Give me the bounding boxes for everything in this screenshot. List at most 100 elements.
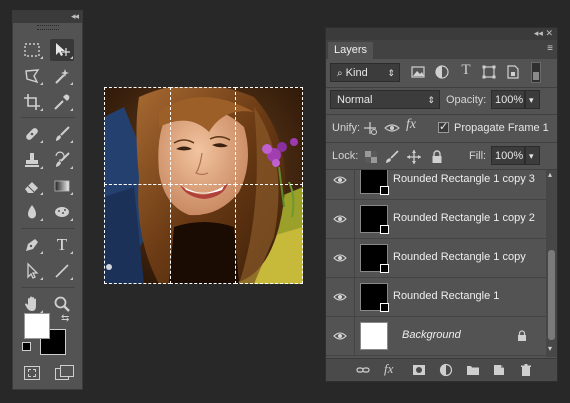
propagate-frame-checkbox[interactable]: ✓ <box>438 121 449 133</box>
sponge-icon <box>55 207 69 217</box>
dodge-tool[interactable] <box>50 201 74 223</box>
panel-menu-icon[interactable]: ≡ <box>547 43 553 54</box>
layer-thumbnail <box>360 205 389 234</box>
layer-thumbnail <box>360 170 389 195</box>
opacity-dropdown-button[interactable]: ▾ <box>525 90 540 109</box>
tools-panel-titlebar[interactable]: ◂◂ <box>13 11 82 23</box>
visibility-toggle[interactable] <box>326 200 355 238</box>
brush-icon <box>56 126 70 141</box>
layer-row[interactable]: Rounded Rectangle 1 copy 3 <box>326 170 548 200</box>
new-adjustment-layer-icon[interactable] <box>439 363 453 377</box>
hand-tool[interactable] <box>20 293 44 315</box>
polygonal-lasso-tool[interactable] <box>20 65 44 87</box>
selection-marquee <box>104 184 171 284</box>
scroll-up-icon[interactable]: ▴ <box>548 170 552 179</box>
add-mask-icon[interactable] <box>412 363 426 377</box>
eyedropper-tool[interactable] <box>50 91 74 113</box>
brush-tool[interactable] <box>50 123 74 145</box>
filter-toggle-switch[interactable] <box>531 62 541 83</box>
layer-thumbnail <box>360 322 388 350</box>
selection-marquee <box>170 87 236 185</box>
unify-style-icon[interactable]: fx <box>406 117 422 133</box>
stamp-icon <box>25 153 39 167</box>
eye-icon <box>333 254 347 262</box>
tools-panel-grip[interactable] <box>37 25 59 30</box>
lasso-icon <box>25 69 40 84</box>
tool-separator <box>21 117 75 118</box>
magic-wand-icon <box>55 69 69 84</box>
lock-transparent-pixels-icon[interactable] <box>363 149 379 165</box>
pen-tool[interactable] <box>20 234 44 256</box>
filter-type-layers-icon[interactable]: T <box>458 62 474 78</box>
clone-stamp-tool[interactable] <box>20 149 44 171</box>
new-layer-icon[interactable] <box>492 363 506 377</box>
layers-scrollbar[interactable]: ▴ ▾ <box>546 170 557 357</box>
selection-marquee <box>104 87 171 185</box>
screen-mode-icon[interactable] <box>55 365 74 380</box>
scroll-down-icon[interactable]: ▾ <box>548 344 552 353</box>
path-selection-tool[interactable] <box>20 260 44 282</box>
spot-healing-brush-tool[interactable] <box>20 123 44 145</box>
document-canvas[interactable] <box>104 87 303 284</box>
filter-adjustment-layers-icon[interactable] <box>434 64 450 80</box>
lock-all-icon[interactable] <box>429 149 445 165</box>
crop-tool[interactable] <box>20 91 44 113</box>
layer-thumbnail <box>360 244 389 273</box>
foreground-color-swatch[interactable] <box>24 313 50 339</box>
default-colors-icon[interactable] <box>22 342 31 351</box>
filter-smart-objects-icon[interactable] <box>505 64 521 80</box>
arrow-cursor-icon <box>27 262 39 279</box>
layer-name: Rounded Rectangle 1 <box>393 290 500 302</box>
opacity-input[interactable]: 100% <box>491 90 525 109</box>
rectangular-marquee-tool[interactable] <box>20 39 44 61</box>
blend-mode-value: Normal <box>337 94 373 106</box>
gradient-tool[interactable] <box>50 175 74 197</box>
move-tool[interactable] <box>50 39 74 61</box>
history-brush-tool[interactable] <box>50 149 74 171</box>
unify-position-icon[interactable] <box>362 120 378 136</box>
delete-layer-icon[interactable] <box>519 363 533 377</box>
shape-layer-icon <box>380 264 389 273</box>
visibility-toggle[interactable] <box>326 317 355 355</box>
scrollbar-thumb[interactable] <box>548 250 555 340</box>
lock-position-icon[interactable] <box>406 149 422 165</box>
type-tool[interactable]: T <box>50 234 74 256</box>
layer-row[interactable]: Rounded Rectangle 1 copy 2 <box>326 200 548 239</box>
link-layers-icon[interactable] <box>356 363 370 377</box>
quick-mask-icon[interactable] <box>24 366 40 380</box>
blend-mode-select[interactable]: Normal ⇕ <box>330 90 440 109</box>
layer-row[interactable]: Rounded Rectangle 1 copy <box>326 239 548 278</box>
fill-input[interactable]: 100% <box>491 146 525 165</box>
add-layer-style-icon[interactable]: fx <box>384 361 398 376</box>
line-tool[interactable] <box>50 260 74 282</box>
selection-marquee <box>235 87 303 185</box>
new-group-icon[interactable] <box>466 363 480 377</box>
filter-kind-select[interactable]: ⌕ Kind ⇕ <box>330 63 400 82</box>
shape-layer-icon <box>380 303 389 312</box>
magic-wand-tool[interactable] <box>50 65 74 87</box>
checkmark-icon: ✓ <box>439 121 449 133</box>
visibility-toggle[interactable] <box>326 170 355 199</box>
select-arrows-icon: ⇕ <box>387 68 395 78</box>
layer-row[interactable]: Rounded Rectangle 1 <box>326 278 548 317</box>
select-arrows-icon: ⇕ <box>427 95 435 105</box>
filter-pixel-layers-icon[interactable] <box>410 64 426 80</box>
lock-image-pixels-icon[interactable] <box>384 149 400 165</box>
layers-panel-titlebar[interactable]: ◂◂ ✕ <box>326 28 557 40</box>
tab-bar: Layers ≡ <box>326 40 557 59</box>
eraser-tool[interactable] <box>20 175 44 197</box>
tab-layers[interactable]: Layers <box>328 42 374 59</box>
layer-row-background[interactable]: Background <box>326 317 548 356</box>
swap-colors-icon[interactable]: ⇆ <box>61 313 69 324</box>
zoom-tool[interactable] <box>50 293 74 315</box>
fill-dropdown-button[interactable]: ▾ <box>525 146 540 165</box>
eyedropper-icon <box>54 94 70 110</box>
collapse-icon[interactable]: ◂◂ ✕ <box>534 28 553 39</box>
collapse-icon[interactable]: ◂◂ <box>71 11 79 22</box>
blur-tool[interactable] <box>20 201 44 223</box>
visibility-toggle[interactable] <box>326 278 355 316</box>
filter-shape-layers-icon[interactable] <box>481 64 497 80</box>
layers-panel-footer: fx <box>326 358 557 381</box>
unify-visibility-icon[interactable] <box>384 120 400 136</box>
visibility-toggle[interactable] <box>326 239 355 277</box>
